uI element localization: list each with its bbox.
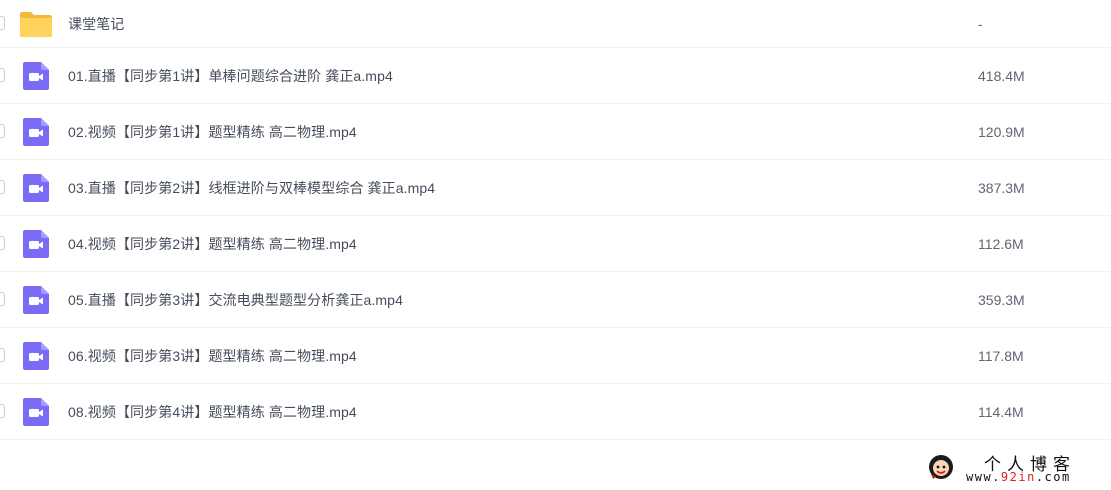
- file-size: 387.3M: [978, 179, 1025, 196]
- file-size: 120.9M: [978, 123, 1025, 140]
- file-name[interactable]: 05.直播【同步第3讲】交流电典型题型分析龚正a.mp4: [68, 290, 403, 310]
- mascot-icon: [929, 455, 953, 479]
- file-name[interactable]: 06.视频【同步第3讲】题型精练 高二物理.mp4: [68, 346, 357, 366]
- file-name[interactable]: 04.视频【同步第2讲】题型精练 高二物理.mp4: [68, 234, 357, 254]
- file-row[interactable]: 02.视频【同步第1讲】题型精练 高二物理.mp4 120.9M: [0, 104, 1111, 160]
- file-size: 418.4M: [978, 67, 1025, 84]
- watermark-url-prefix: www.: [966, 470, 1001, 484]
- file-row[interactable]: 05.直播【同步第3讲】交流电典型题型分析龚正a.mp4 359.3M: [0, 272, 1111, 328]
- folder-row[interactable]: 课堂笔记 -: [0, 0, 1111, 48]
- file-row[interactable]: 01.直播【同步第1讲】单棒问题综合进阶 龚正a.mp4 418.4M: [0, 48, 1111, 104]
- folder-icon: [19, 9, 52, 39]
- file-list: 课堂笔记 -01.直播【同步第1讲】单棒问题综合进阶 龚正a.mp4 418.4M 0…: [0, 0, 1111, 440]
- watermark: 个人博客 www.92in.com: [926, 448, 1106, 488]
- row-checkbox[interactable]: [0, 67, 5, 82]
- watermark-url-suffix: .com: [1035, 470, 1071, 484]
- file-name[interactable]: 03.直播【同步第2讲】线框进阶与双棒模型综合 龚正a.mp4: [68, 178, 435, 198]
- file-name[interactable]: 02.视频【同步第1讲】题型精练 高二物理.mp4: [68, 122, 357, 142]
- file-name[interactable]: 01.直播【同步第1讲】单棒问题综合进阶 龚正a.mp4: [68, 66, 393, 86]
- video-file-icon: [21, 285, 51, 315]
- file-name[interactable]: 课堂笔记: [68, 14, 124, 34]
- file-size: -: [978, 15, 983, 32]
- row-checkbox[interactable]: [0, 179, 5, 194]
- video-file-icon: [21, 229, 51, 259]
- watermark-url-highlight: 92in: [1000, 470, 1036, 484]
- row-checkbox[interactable]: [0, 123, 5, 138]
- video-file-icon: [21, 397, 51, 427]
- video-file-icon: [21, 173, 51, 203]
- file-size: 112.6M: [978, 235, 1024, 252]
- file-row[interactable]: 08.视频【同步第4讲】题型精练 高二物理.mp4 114.4M: [0, 384, 1111, 440]
- file-size: 117.8M: [978, 347, 1024, 364]
- file-size: 114.4M: [978, 403, 1024, 420]
- video-file-icon: [21, 117, 51, 147]
- row-checkbox[interactable]: [0, 347, 5, 362]
- file-size: 359.3M: [978, 291, 1025, 308]
- row-checkbox[interactable]: [0, 403, 5, 418]
- file-row[interactable]: 03.直播【同步第2讲】线框进阶与双棒模型综合 龚正a.mp4 387.3M: [0, 160, 1111, 216]
- file-row[interactable]: 04.视频【同步第2讲】题型精练 高二物理.mp4 112.6M: [0, 216, 1111, 272]
- file-name[interactable]: 08.视频【同步第4讲】题型精练 高二物理.mp4: [68, 402, 357, 422]
- file-row[interactable]: 06.视频【同步第3讲】题型精练 高二物理.mp4 117.8M: [0, 328, 1111, 384]
- video-file-icon: [21, 341, 51, 371]
- watermark-url: www.92in.com: [966, 470, 1071, 484]
- video-file-icon: [21, 61, 51, 91]
- row-checkbox[interactable]: [0, 15, 5, 30]
- row-checkbox[interactable]: [0, 291, 5, 306]
- row-checkbox[interactable]: [0, 235, 5, 250]
